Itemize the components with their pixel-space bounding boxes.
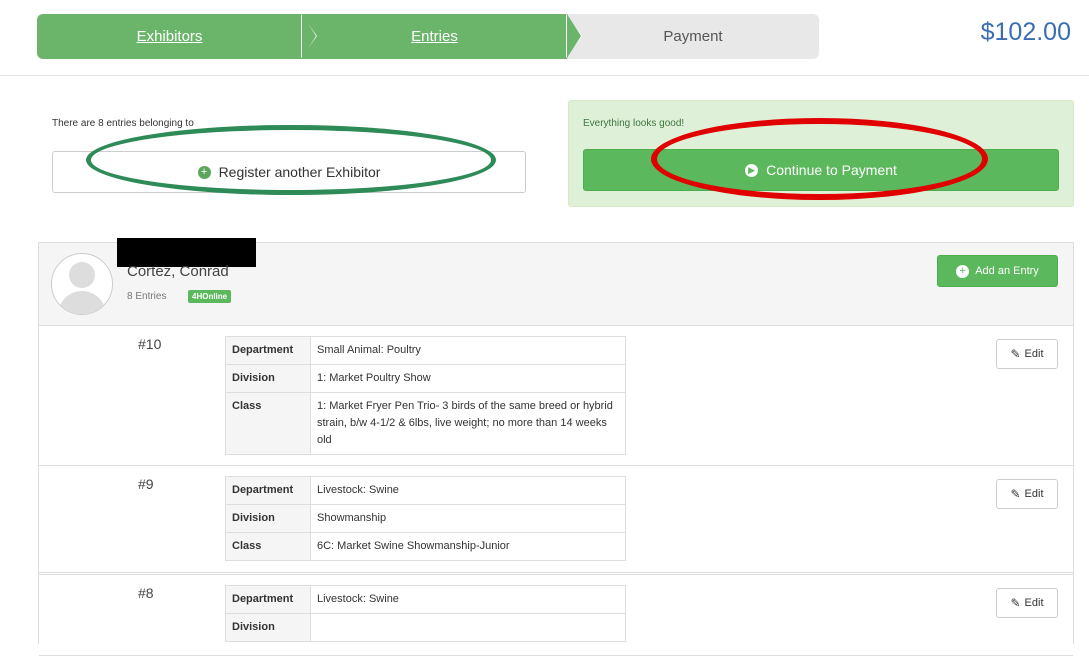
detail-label: Class (225, 392, 311, 455)
entry-detail-row: Division (225, 613, 626, 642)
detail-label: Department (225, 585, 311, 614)
4honline-badge: 4HOnline (188, 290, 232, 303)
detail-value: Livestock: Swine (310, 476, 626, 505)
step-entries-link[interactable]: Entries (411, 28, 458, 45)
detail-label: Division (225, 613, 311, 642)
entry-detail-row: Department Small Animal: Poultry (225, 336, 626, 365)
edit-entry-button[interactable]: ✎ Edit (996, 588, 1058, 618)
register-exhibitor-label: Register another Exhibitor (218, 164, 381, 180)
step-entries[interactable]: Entries (302, 14, 567, 59)
entry-number: #9 (138, 476, 154, 492)
edit-label: Edit (1024, 597, 1044, 609)
entry-details-table: Department Livestock: Swine Division Sho… (225, 476, 626, 561)
edit-entry-button[interactable]: ✎ Edit (996, 339, 1058, 369)
edit-label: Edit (1024, 348, 1044, 360)
user-avatar-icon (51, 253, 113, 315)
success-alert: Everything looks good! ▶ Continue to Pay… (568, 100, 1074, 207)
step-divider-arrow (567, 14, 581, 58)
pencil-icon: ✎ (1010, 596, 1021, 610)
pencil-icon: ✎ (1010, 487, 1021, 501)
step-payment-label: Payment (663, 28, 723, 45)
entry-detail-row: Class 1: Market Fryer Pen Trio- 3 birds … (225, 392, 626, 455)
entry-row: #9 Department Livestock: Swine Division … (39, 466, 1073, 573)
detail-value: Showmanship (310, 504, 626, 533)
add-entry-button[interactable]: + Add an Entry (937, 255, 1058, 287)
pencil-icon: ✎ (1010, 347, 1021, 361)
add-entry-label: Add an Entry (975, 265, 1039, 277)
edit-label: Edit (1024, 488, 1044, 500)
entry-detail-row: Division 1: Market Poultry Show (225, 364, 626, 393)
exhibitor-panel: Cortez, Conrad 8 Entries 4HOnline + Add … (38, 238, 1074, 656)
step-exhibitors[interactable]: Exhibitors (37, 14, 302, 59)
cart-total: $102.00 (980, 18, 1071, 46)
detail-value: 1: Market Fryer Pen Trio- 3 birds of the… (310, 392, 626, 455)
entry-detail-row: Department Livestock: Swine (225, 585, 626, 614)
detail-value: 1: Market Poultry Show (310, 364, 626, 393)
entry-row: #8 Department Livestock: Swine Division … (39, 574, 1073, 656)
register-exhibitor-button[interactable]: + Register another Exhibitor (52, 151, 526, 193)
entry-row: #10 Department Small Animal: Poultry Div… (39, 326, 1073, 466)
detail-label: Department (225, 476, 311, 505)
arrow-circle-right-icon: ▶ (745, 163, 759, 177)
progress-steps: Exhibitors Entries Payment (37, 14, 819, 59)
entry-details-table: Department Small Animal: Poultry Divisio… (225, 336, 626, 455)
alert-message: Everything looks good! (583, 118, 685, 129)
exhibitor-header: Cortez, Conrad 8 Entries 4HOnline + Add … (39, 238, 1073, 326)
step-exhibitors-link[interactable]: Exhibitors (137, 28, 203, 45)
edit-entry-button[interactable]: ✎ Edit (996, 479, 1058, 509)
continue-to-payment-button[interactable]: ▶ Continue to Payment (583, 149, 1059, 191)
detail-label: Department (225, 336, 311, 365)
continue-to-payment-label: Continue to Payment (766, 162, 897, 178)
detail-label: Class (225, 532, 311, 561)
detail-value: 6C: Market Swine Showmanship-Junior (310, 532, 626, 561)
exhibitor-name: Cortez, Conrad (127, 263, 229, 280)
entry-detail-row: Department Livestock: Swine (225, 476, 626, 505)
entry-details-table: Department Livestock: Swine Division (225, 585, 626, 642)
detail-label: Division (225, 504, 311, 533)
entry-detail-row: Division Showmanship (225, 504, 626, 533)
detail-value: Small Animal: Poultry (310, 336, 626, 365)
entries-info-text: There are 8 entries belonging to (52, 118, 194, 129)
detail-value: Livestock: Swine (310, 585, 626, 614)
step-divider-arrow (302, 14, 316, 58)
checkout-header: Exhibitors Entries Payment $102.00 (0, 0, 1089, 76)
entry-detail-row: Class 6C: Market Swine Showmanship-Junio… (225, 532, 626, 561)
plus-circle-icon: + (956, 264, 970, 278)
entry-number: #8 (138, 585, 154, 601)
detail-value (310, 613, 626, 642)
step-payment: Payment (567, 14, 819, 59)
entry-number: #10 (138, 336, 162, 352)
detail-label: Division (225, 364, 311, 393)
exhibitor-entry-count: 8 Entries (127, 291, 167, 302)
plus-circle-icon: + (197, 165, 211, 179)
